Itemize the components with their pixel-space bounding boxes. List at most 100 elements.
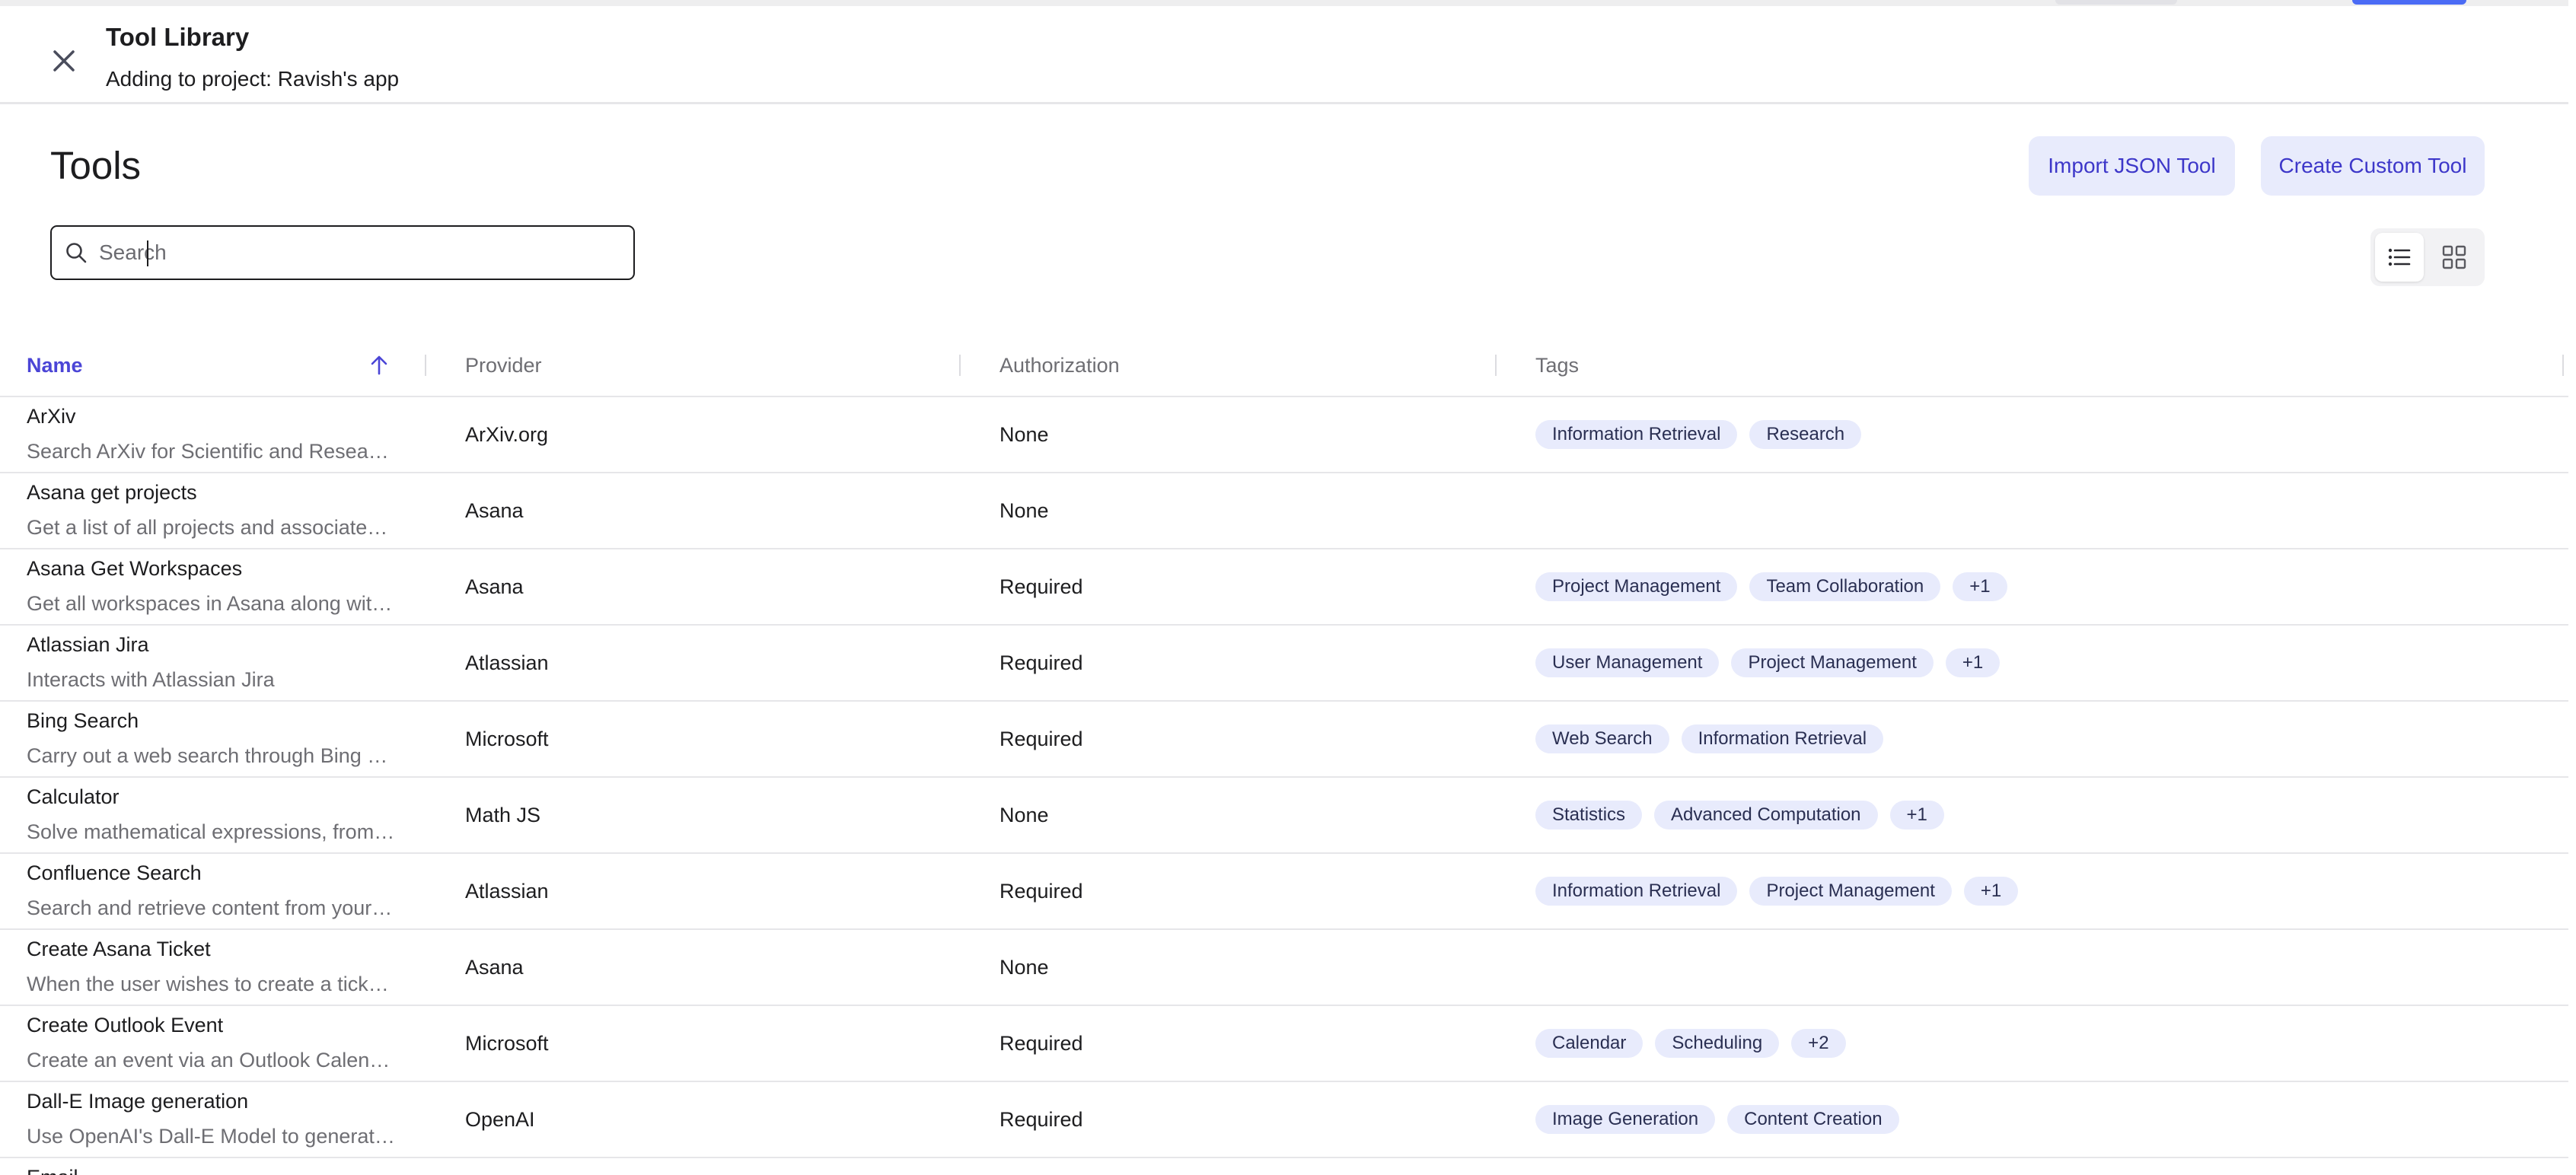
tag-chip: Content Creation [1727,1105,1899,1134]
tag-chip: Project Management [1731,648,1934,677]
tool-authorization: None [999,499,1049,522]
table-row[interactable]: Create Asana Ticket When the user wishes … [0,930,2568,1006]
table-row[interactable]: Asana get projects Get a list of all proj… [0,473,2568,549]
tool-name: Confluence Search [27,861,202,884]
background-element [2352,0,2466,5]
tool-description: Interacts with Atlassian Jira [27,668,275,691]
tag-chip: Team Collaboration [1749,572,1941,601]
page-title: Tools [50,144,142,187]
tool-authorization: Required [999,651,1083,674]
tag-list: Information Retrieval Project Management +… [1535,877,2019,906]
more-tags-badge[interactable]: +1 [1963,877,2019,906]
modal-subtitle: Adding to project: Ravish's app [106,67,400,91]
table-row[interactable]: Email [0,1158,2568,1175]
grid-view-button[interactable] [2430,233,2479,282]
tool-authorization: None [999,804,1049,826]
tag-chip: Project Management [1749,877,1952,906]
table-header: Name Provider Authorization Tags [0,335,2568,397]
tool-provider: Microsoft [465,728,549,750]
tag-chip: User Management [1535,648,1720,677]
tool-provider: OpenAI [465,1108,535,1131]
more-tags-badge[interactable]: +2 [1791,1029,1846,1058]
tool-provider: Atlassian [465,651,549,674]
more-tags-badge[interactable]: +1 [1953,572,2007,601]
more-tags-badge[interactable]: +1 [1889,801,1944,830]
search-field[interactable] [50,225,635,280]
tool-description: Solve mathematical expressions, from bas… [27,820,395,843]
tool-name: Create Asana Ticket [27,938,211,960]
column-resize-handle[interactable] [1495,355,1497,376]
tool-authorization: Required [999,880,1083,903]
sort-ascending-icon[interactable] [368,355,390,376]
tool-description: Search ArXiv for Scientific and Research… [27,440,395,463]
tool-description: When the user wishes to create a ticket … [27,973,395,995]
tool-description: Get all workspaces in Asana along with t… [27,592,395,615]
table-row[interactable]: Calculator Solve mathematical expressions… [0,778,2568,854]
tag-list: User Management Project Management +1 [1535,648,2001,677]
close-button[interactable] [47,44,81,78]
tool-description: Carry out a web search through Bing and … [27,744,395,767]
tag-chip: Information Retrieval [1535,420,1738,449]
tag-list: Statistics Advanced Computation +1 [1535,801,1944,830]
tool-name: Dall-E Image generation [27,1090,249,1113]
tag-chip: Project Management [1535,572,1738,601]
tag-chip: Information Retrieval [1681,724,1884,753]
tag-chip: Research [1749,420,1862,449]
tool-provider: Atlassian [465,880,549,903]
more-tags-badge[interactable]: +1 [1945,648,2001,677]
tools-table: Name Provider Authorization Tags ArXiv Se… [0,335,2568,1175]
text-cursor [147,240,148,266]
tool-name: Create Outlook Event [27,1014,224,1036]
tag-list: Information Retrieval Research [1535,420,1862,449]
tool-name: Asana Get Workspaces [27,557,243,580]
table-row[interactable]: Dall-E Image generation Use OpenAI's Dall… [0,1082,2568,1158]
tool-description: Search and retrieve content from your Co… [27,896,395,919]
column-resize-handle[interactable] [425,355,426,376]
column-header-name[interactable]: Name [27,335,83,396]
tag-chip: Image Generation [1535,1105,1716,1134]
tag-list: Web Search Information Retrieval [1535,724,1884,753]
tool-description: Use OpenAI's Dall-E Model to generate im… [27,1125,395,1148]
tag-list: Calendar Scheduling +2 [1535,1029,1846,1058]
tool-authorization: None [999,956,1049,979]
tool-authorization: Required [999,1032,1083,1055]
tag-chip: Calendar [1535,1029,1643,1058]
tool-authorization: None [999,423,1049,446]
tool-authorization: Required [999,575,1083,598]
tool-authorization: Required [999,1108,1083,1131]
table-row[interactable]: Asana Get Workspaces Get all workspaces i… [0,549,2568,626]
tool-name: ArXiv [27,405,76,428]
column-resize-handle[interactable] [2562,355,2564,376]
column-header-authorization[interactable]: Authorization [999,335,1120,396]
close-icon [53,50,75,72]
table-row[interactable]: Confluence Search Search and retrieve con… [0,854,2568,930]
table-row[interactable]: Bing Search Carry out a web search throug… [0,702,2568,778]
search-icon [64,240,88,265]
column-resize-handle[interactable] [959,355,961,376]
tool-name: Atlassian Jira [27,633,149,656]
search-input[interactable] [97,240,603,266]
tool-description: Get a list of all projects and associate… [27,516,395,539]
tag-list: Project Management Team Collaboration +1 [1535,572,2007,601]
tool-description: Create an event via an Outlook Calendar [27,1049,395,1072]
tool-name: Bing Search [27,709,139,732]
table-row[interactable]: Atlassian Jira Interacts with Atlassian J… [0,626,2568,702]
column-header-provider[interactable]: Provider [465,335,542,396]
tool-library-modal: Tool Library Adding to project: Ravish's… [0,0,2568,1175]
column-header-tags[interactable]: Tags [1535,335,1579,396]
create-custom-tool-button[interactable]: Create Custom Tool [2261,136,2485,196]
list-view-button[interactable] [2375,233,2424,282]
background-app-strip [0,0,2568,6]
list-view-icon [2388,248,2411,266]
table-body: ArXiv Search ArXiv for Scientific and Res… [0,397,2568,1175]
background-element [2055,0,2177,5]
view-toggle [2370,228,2485,286]
tag-chip: Web Search [1535,724,1669,753]
import-json-tool-button[interactable]: Import JSON Tool [2029,136,2235,196]
tag-chip: Scheduling [1655,1029,1780,1058]
tool-provider: Math JS [465,804,541,826]
table-row[interactable]: Create Outlook Event Create an event via … [0,1006,2568,1082]
tool-provider: Asana [465,956,524,979]
table-row[interactable]: ArXiv Search ArXiv for Scientific and Res… [0,397,2568,473]
tool-authorization: Required [999,728,1083,750]
